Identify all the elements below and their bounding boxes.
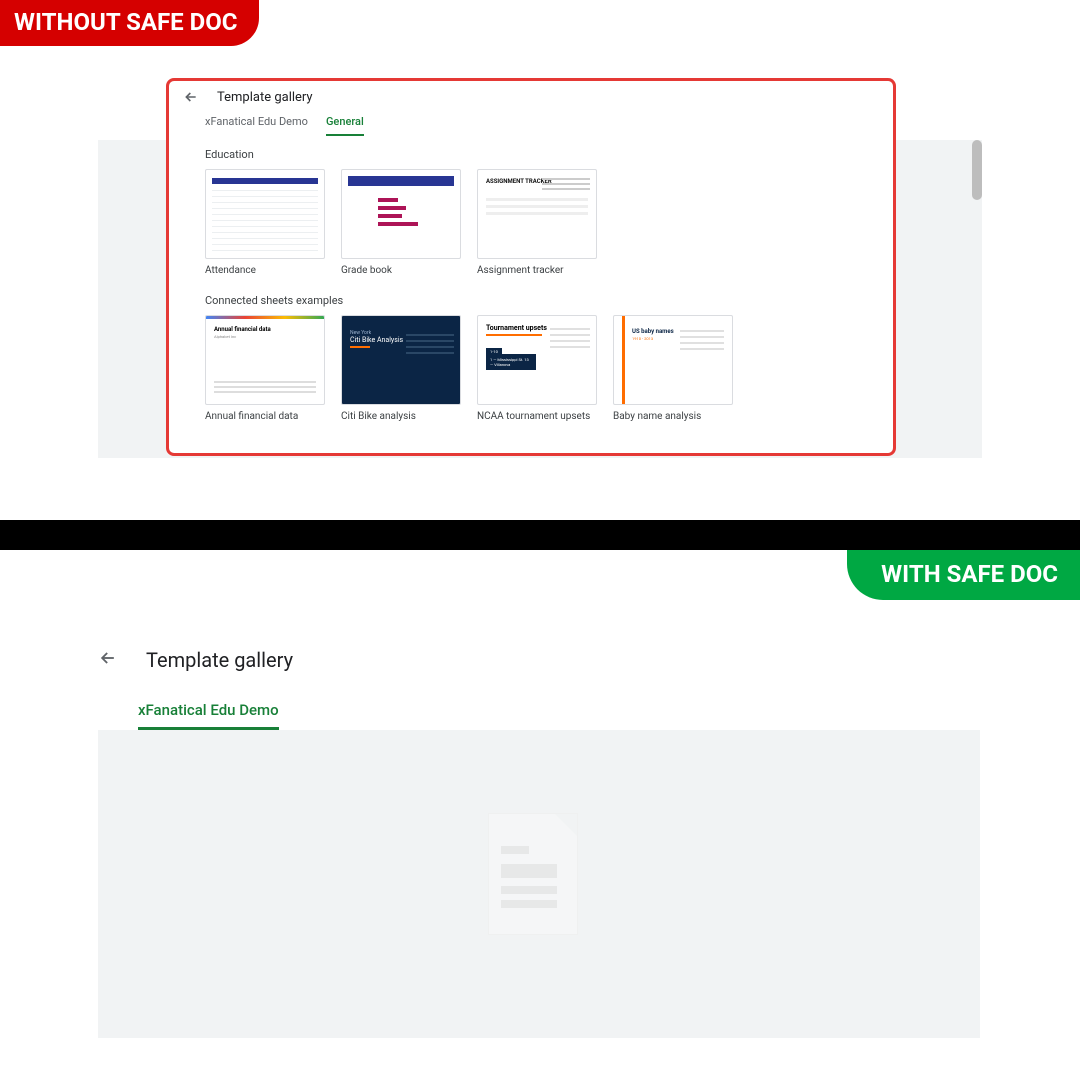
template-thumb [341, 169, 461, 259]
template-label: Baby name analysis [613, 411, 733, 422]
category-education: Education [169, 136, 893, 169]
gallery-title: Template gallery [146, 648, 293, 672]
template-thumb: Annual financial data Alphabet Inc [205, 315, 325, 405]
template-thumb: Tournament upsets 1-10 1 — Mississippi S… [477, 315, 597, 405]
gallery-tabs: xFanatical Edu Demo [98, 692, 980, 730]
template-label: Assignment tracker [477, 265, 597, 276]
template-label: Grade book [341, 265, 461, 276]
gallery-header: Template gallery [98, 642, 980, 692]
gallery-title: Template gallery [217, 90, 313, 105]
template-label: Annual financial data [205, 411, 325, 422]
template-ncaa[interactable]: Tournament upsets 1-10 1 — Mississippi S… [477, 315, 597, 422]
template-thumb: US baby names 1910 - 2013 [613, 315, 733, 405]
template-gradebook[interactable]: Grade book [341, 169, 461, 276]
template-thumb [205, 169, 325, 259]
banner-with-safe-doc: WITH SAFE DOC [847, 550, 1080, 600]
tab-org[interactable]: xFanatical Edu Demo [138, 701, 279, 730]
template-thumb: ASSIGNMENT TRACKER [477, 169, 597, 259]
template-thumb: New York Citi Bike Analysis [341, 315, 461, 405]
empty-document-icon [469, 804, 609, 964]
category-connected: Connected sheets examples [169, 282, 893, 315]
template-row-connected: Annual financial data Alphabet Inc Annua… [169, 315, 893, 428]
gallery-tabs: xFanatical Edu Demo General [169, 109, 893, 136]
template-label: NCAA tournament upsets [477, 411, 597, 422]
empty-template-area [98, 730, 980, 1038]
banner-without-safe-doc: WITHOUT SAFE DOC [0, 0, 259, 46]
template-citi-bike[interactable]: New York Citi Bike Analysis Citi Bike an… [341, 315, 461, 422]
template-assignment-tracker[interactable]: ASSIGNMENT TRACKER Assignment tracker [477, 169, 597, 276]
template-baby-names[interactable]: US baby names 1910 - 2013 Baby name anal… [613, 315, 733, 422]
gallery-header: Template gallery [169, 81, 893, 109]
gallery-with-safe-doc: Template gallery xFanatical Edu Demo [98, 642, 980, 1038]
tab-general[interactable]: General [326, 115, 364, 136]
template-annual-financial[interactable]: Annual financial data Alphabet Inc Annua… [205, 315, 325, 422]
back-arrow-icon[interactable] [183, 89, 199, 105]
section-divider [0, 520, 1080, 550]
template-label: Citi Bike analysis [341, 411, 461, 422]
scrollbar-thumb[interactable] [972, 140, 982, 200]
tab-org[interactable]: xFanatical Edu Demo [205, 115, 308, 136]
template-attendance[interactable]: Attendance [205, 169, 325, 276]
gallery-without-safe-doc: Template gallery xFanatical Edu Demo Gen… [166, 78, 896, 456]
template-label: Attendance [205, 265, 325, 276]
back-arrow-icon[interactable] [98, 648, 118, 672]
template-row-education: Attendance Grade book ASSIGNMENT TRACKER… [169, 169, 893, 282]
